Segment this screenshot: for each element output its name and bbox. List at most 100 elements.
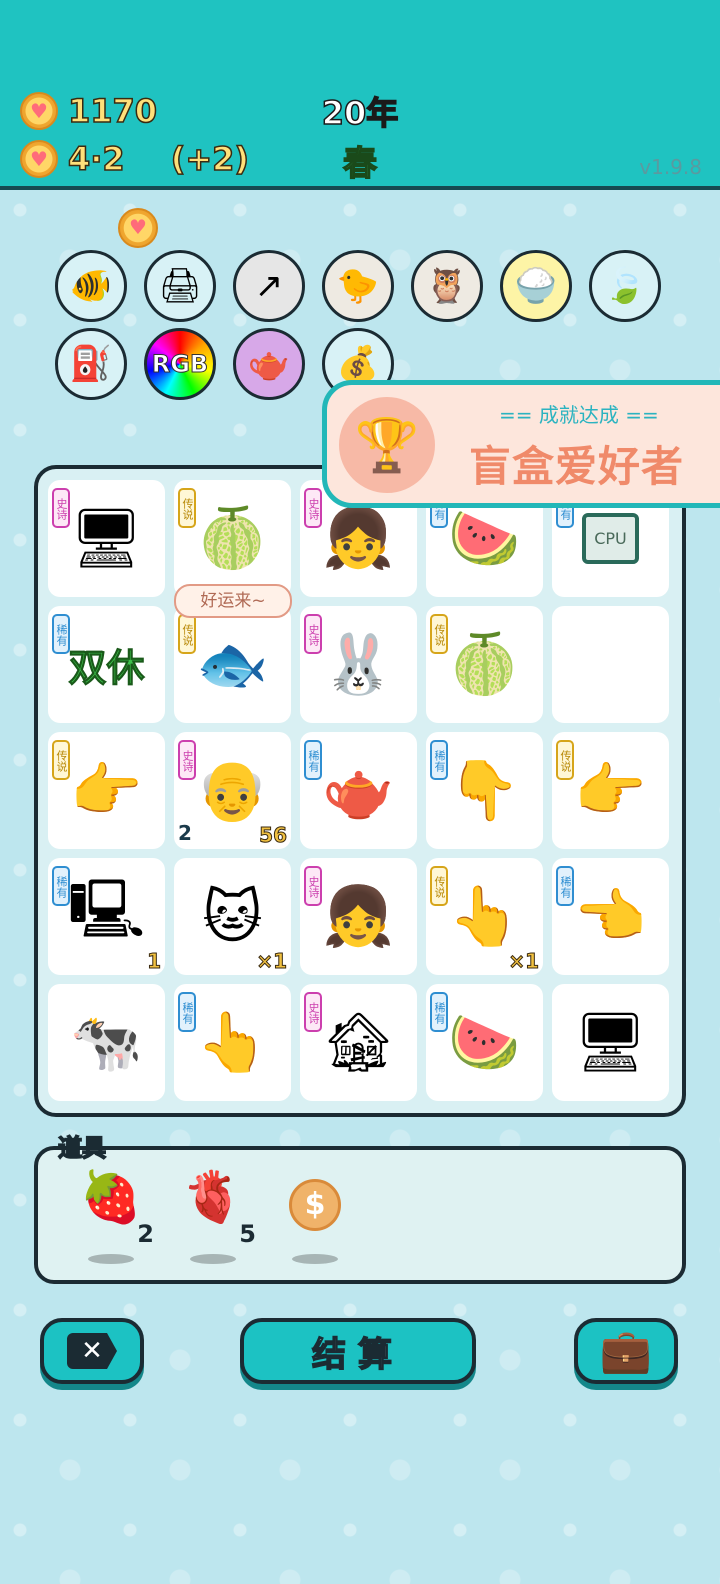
cow-icon: 🐄	[70, 1008, 143, 1076]
cell-counter-right: ×1	[256, 949, 288, 974]
board-cell[interactable]: 👈 稀有	[552, 858, 669, 975]
arrow-card-icon[interactable]: ↗	[233, 250, 305, 322]
gravy-boat-icon[interactable]: 🫖	[233, 328, 305, 400]
rarity-tag: 传说	[430, 614, 448, 654]
cpu-icon: CPU	[582, 513, 639, 564]
achievement-banner[interactable]: 🏆 == 成就达成 == 盲盒爱好者	[322, 380, 720, 508]
year-label: 20年	[321, 93, 399, 133]
girl-braids-icon: 👧	[322, 882, 395, 950]
briefcase-icon: 💼	[599, 1326, 653, 1375]
achievement-subtitle: == 成就达成 ==	[499, 403, 659, 427]
watermelon-ball-icon: 🍈	[196, 504, 269, 572]
speech-bubble: 好运来~	[174, 584, 292, 618]
coins-row: 1170	[20, 91, 158, 131]
liver-icon: 🫀	[181, 1168, 245, 1226]
leaf-icon[interactable]: 🍃	[589, 250, 661, 322]
lychee-icon: 🍓	[79, 1168, 143, 1226]
fishbowl-icon[interactable]: 🐠	[55, 250, 127, 322]
income-bonus: (+2)	[170, 139, 250, 179]
rarity-tag: 传说	[52, 740, 70, 780]
koi-fish-icon: 🐟	[196, 630, 269, 698]
cell-counter-right: ×1	[508, 949, 540, 974]
remove-button[interactable]: ✕	[40, 1318, 144, 1384]
chick-egg-icon[interactable]: 🐤	[322, 250, 394, 322]
board-cell[interactable]: 🍈 传说	[426, 606, 543, 723]
monitor-icon: 🖥	[573, 1008, 648, 1076]
yellow-point-right-icon: 👉	[574, 756, 647, 824]
board-cell[interactable]: 🏚 史诗	[300, 984, 417, 1101]
watermelon-slice-icon: 🍉	[448, 1008, 521, 1076]
achievement-title: 盲盒爱好者	[469, 442, 685, 491]
item-count: 5	[239, 1220, 256, 1248]
empty-cell[interactable]	[552, 606, 669, 723]
item-slot[interactable]: 🍓 2	[76, 1168, 154, 1264]
items-label: 道具	[57, 1133, 107, 1163]
board-cell[interactable]: 🐟 传说	[174, 606, 291, 723]
board-cell[interactable]: 👇 稀有	[426, 732, 543, 849]
rarity-tag: 传说	[430, 866, 448, 906]
rarity-tag: 史诗	[304, 992, 322, 1032]
owls-icon[interactable]: 🦉	[411, 250, 483, 322]
board-cell[interactable]: 👴 史诗 2 56	[174, 732, 291, 849]
item-count: 2	[137, 1220, 154, 1248]
rarity-tag: 史诗	[304, 614, 322, 654]
rarity-tag: 史诗	[304, 866, 322, 906]
rgb-icon[interactable]: RGB	[144, 328, 216, 400]
yellow-point-icon: 👉	[70, 756, 143, 824]
board-cell[interactable]: 🫖 稀有	[300, 732, 417, 849]
gpu-icon: 🖥	[69, 504, 144, 572]
rarity-tag: 稀有	[178, 992, 196, 1032]
board-cell[interactable]: 🐄	[48, 984, 165, 1101]
version-label: v1.9.8	[639, 155, 702, 179]
board-cell[interactable]: 🖳 稀有 1	[48, 858, 165, 975]
girl-braids-icon: 👧	[322, 504, 395, 572]
floating-coin-icon	[118, 208, 158, 248]
brown-point-up-icon: 👆	[196, 1008, 269, 1076]
board-cell[interactable]: 🖥	[552, 984, 669, 1101]
printer-icon[interactable]: 🖨	[144, 250, 216, 322]
brown-point-down-icon: 👇	[448, 756, 521, 824]
board-cell[interactable]: 🐰 史诗	[300, 606, 417, 723]
settle-button[interactable]: 结算	[240, 1318, 476, 1384]
rice-bowl-icon[interactable]: 🍚	[500, 250, 572, 322]
rarity-tag: 稀有	[430, 740, 448, 780]
pump-icon[interactable]: ⛽	[55, 328, 127, 400]
dollar-coin-icon: $	[289, 1179, 341, 1231]
rarity-tag: 稀有	[556, 866, 574, 906]
rarity-tag: 稀有	[304, 740, 322, 780]
rarity-tag: 传说	[178, 614, 196, 654]
inventory-button[interactable]: 💼	[574, 1318, 678, 1384]
board-cell[interactable]: 🐱 ×1	[174, 858, 291, 975]
rgb-text: RGB	[151, 350, 209, 379]
board-cell[interactable]: 👉 传说	[552, 732, 669, 849]
grandpa-heart-icon: 👴	[196, 756, 269, 824]
board-cell[interactable]: 🍈 传说	[174, 480, 291, 597]
item-slot[interactable]: $	[280, 1168, 350, 1264]
rarity-tag: 传说	[556, 740, 574, 780]
cat-icon: 🐱	[202, 882, 263, 951]
cell-counter-right: 56	[259, 823, 288, 848]
board-cell[interactable]: 👧 史诗	[300, 858, 417, 975]
top-bar: 1170 4·2 (+2) 20年 春 v1.9.8	[0, 0, 720, 190]
coins-value: 1170	[67, 91, 158, 131]
board-cell[interactable]: 👆 传说 ×1	[426, 858, 543, 975]
board-cell[interactable]: 👆 稀有	[174, 984, 291, 1101]
board-cell[interactable]: 🖥 史诗	[48, 480, 165, 597]
board-cell[interactable]: 双休 稀有	[48, 606, 165, 723]
big-watermelon-icon: 🍈	[448, 630, 521, 698]
brown-point-left-icon: 👈	[574, 882, 647, 950]
income-value: 4·2	[67, 139, 125, 179]
cell-counter-right: 1	[147, 949, 162, 974]
rarity-tag: 史诗	[304, 488, 322, 528]
board-cell[interactable]: 🍉 稀有	[426, 984, 543, 1101]
item-slot[interactable]: 🫀 5	[178, 1168, 256, 1264]
rarity-tag: 稀有	[430, 992, 448, 1032]
income-row: 4·2 (+2)	[20, 139, 250, 179]
yellow-point-up-icon: 👆	[448, 882, 521, 950]
watermelon-slice-icon: 🍉	[448, 504, 521, 572]
coin-icon	[20, 140, 58, 178]
rarity-tag: 史诗	[178, 740, 196, 780]
pc-tower-icon: 🖳	[67, 875, 146, 943]
rarity-tag: 稀有	[52, 866, 70, 906]
board-cell[interactable]: 👉 传说	[48, 732, 165, 849]
